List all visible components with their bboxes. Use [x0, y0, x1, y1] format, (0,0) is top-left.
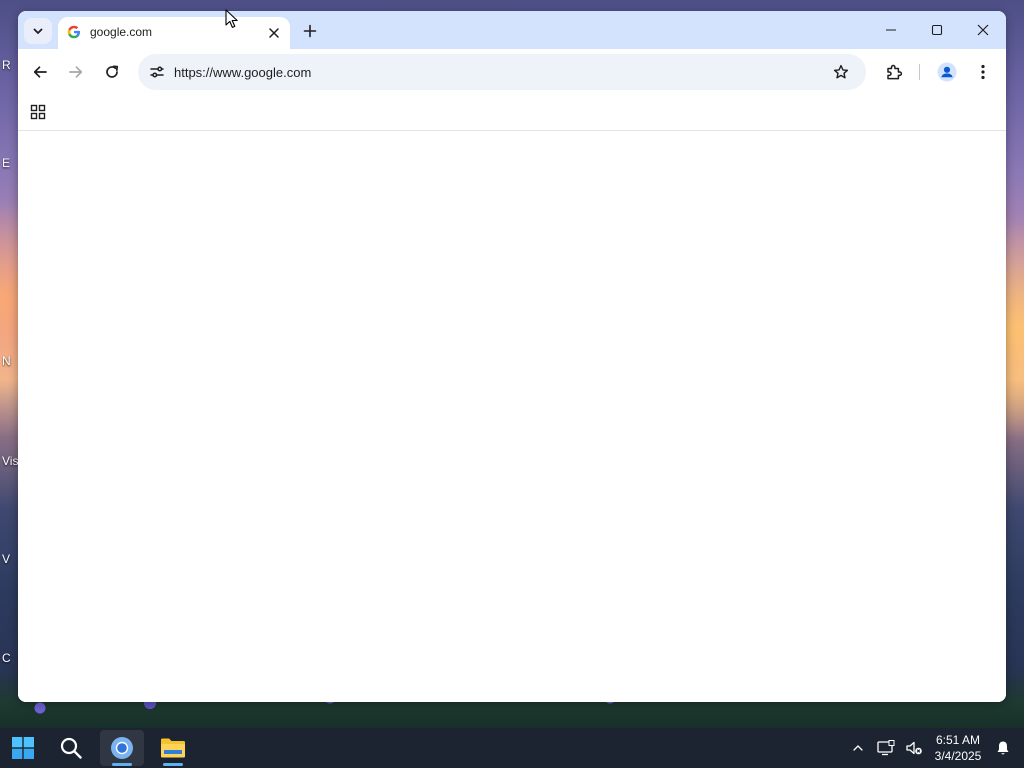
apps-button[interactable]: [26, 100, 50, 124]
bookmark-button[interactable]: [828, 59, 854, 85]
menu-button[interactable]: [970, 59, 996, 85]
show-hidden-icons-button[interactable]: [848, 738, 868, 758]
tab-close-button[interactable]: [264, 23, 284, 43]
tune-icon: [150, 66, 164, 78]
taskbar: 6:51 AM 3/4/2025: [0, 728, 1024, 768]
close-icon: [269, 28, 279, 38]
arrow-right-icon: [69, 66, 83, 78]
start-button[interactable]: [1, 730, 45, 766]
plus-icon: [303, 24, 317, 38]
navigation-toolbar: [18, 49, 1006, 95]
site-info-button[interactable]: [144, 59, 170, 85]
chrome-icon: [111, 737, 133, 759]
extensions-button[interactable]: [881, 59, 907, 85]
desktop-icon-label[interactable]: Vis: [2, 454, 18, 468]
toolbar-divider: [919, 64, 920, 80]
volume-tray-button[interactable]: [904, 738, 924, 758]
system-clock[interactable]: 6:51 AM 3/4/2025: [928, 732, 988, 764]
start-icon: [12, 737, 34, 759]
file-explorer-icon: [161, 738, 185, 758]
open-app-indicator: [163, 763, 183, 766]
bookmarks-bar: [18, 95, 1006, 131]
page-content[interactable]: [18, 131, 1006, 702]
desktop-icon-label[interactable]: E: [2, 156, 18, 170]
arrow-left-icon: [33, 66, 47, 78]
close-window-button[interactable]: [960, 11, 1006, 49]
tab-title: google.com: [90, 25, 153, 39]
reload-button[interactable]: [99, 59, 125, 85]
omnibox[interactable]: [138, 54, 866, 90]
desktop-icon-label[interactable]: V: [2, 552, 18, 566]
maximize-button[interactable]: [914, 11, 960, 49]
clock-time: 6:51 AM: [935, 733, 981, 747]
chevron-down-icon: [33, 28, 43, 34]
new-tab-button[interactable]: [298, 19, 322, 43]
tab-strip: google.com: [18, 11, 1006, 49]
minimize-icon: [886, 29, 896, 31]
chrome-taskbar-button[interactable]: [100, 730, 144, 766]
profile-button[interactable]: [934, 59, 960, 85]
reload-icon: [106, 65, 119, 78]
notifications-button[interactable]: [993, 738, 1013, 758]
display-icon: [877, 740, 895, 756]
search-icon: [60, 737, 82, 759]
tab-search-button[interactable]: [24, 18, 52, 44]
tab-google[interactable]: google.com: [58, 17, 290, 49]
apps-grid-icon: [30, 104, 46, 120]
active-app-indicator: [112, 763, 132, 766]
kebab-menu-icon: [981, 64, 985, 80]
address-input[interactable]: [174, 62, 774, 82]
desktop-icon-label[interactable]: R: [2, 58, 18, 72]
back-button[interactable]: [27, 59, 53, 85]
minimize-button[interactable]: [868, 11, 914, 49]
file-explorer-button[interactable]: [151, 730, 195, 766]
search-button[interactable]: [49, 730, 93, 766]
desktop-icon-label[interactable]: N: [2, 354, 18, 368]
google-g-icon: [67, 25, 80, 39]
speaker-muted-icon: [906, 741, 922, 755]
maximize-icon: [931, 24, 943, 36]
person-icon: [937, 62, 957, 82]
mouse-cursor-icon: [225, 9, 238, 28]
close-icon: [977, 24, 989, 36]
browser-window: google.com: [18, 11, 1006, 702]
star-icon: [833, 64, 849, 79]
clock-date: 3/4/2025: [934, 749, 982, 763]
chevron-up-icon: [853, 745, 863, 751]
bell-icon: [997, 741, 1009, 755]
puzzle-icon: [887, 64, 903, 80]
network-tray-button[interactable]: [876, 738, 896, 758]
forward-button[interactable]: [63, 59, 89, 85]
desktop-icon-label[interactable]: C: [2, 651, 18, 665]
